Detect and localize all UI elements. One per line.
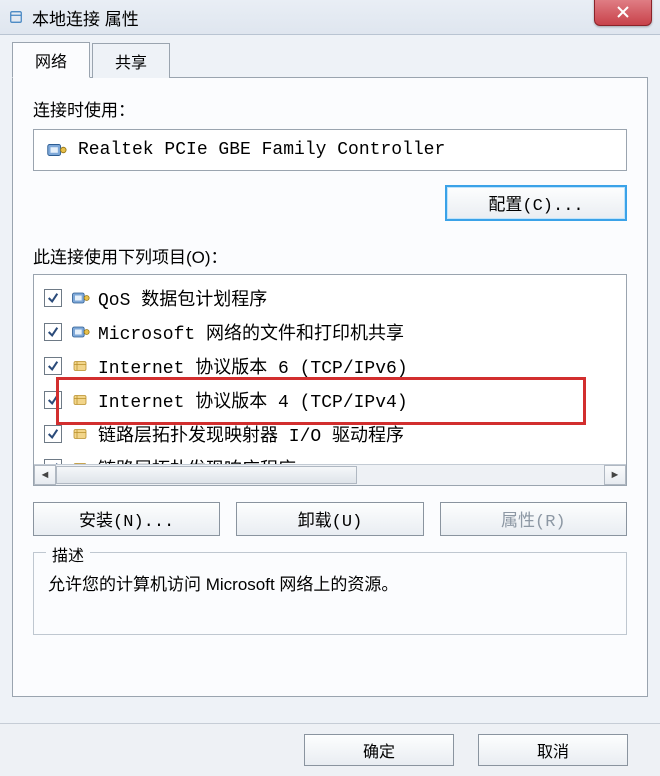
dialog-body: 网络 共享 连接时使用： Realtek PCIe GBE Family Con… xyxy=(0,35,660,709)
titlebar: 本地连接 属性 xyxy=(0,0,660,35)
checkbox[interactable] xyxy=(44,289,62,307)
protocol-icon xyxy=(70,356,90,376)
protocol-icon xyxy=(70,424,90,444)
window-title: 本地连接 属性 xyxy=(32,5,139,30)
description-legend: 描述 xyxy=(46,542,90,566)
list-item-label: 链路层拓扑发现映射器 I/O 驱动程序 xyxy=(98,421,404,447)
items-listbox[interactable]: QoS 数据包计划程序 Microsoft 网络的文件和打印机共享 Internet… xyxy=(33,274,627,486)
list-item[interactable]: Microsoft 网络的文件和打印机共享 xyxy=(40,315,620,349)
nic-icon xyxy=(70,322,90,342)
connect-using-label: 连接时使用： xyxy=(33,96,627,121)
scroll-left-arrow[interactable]: ◄ xyxy=(34,465,56,485)
nic-icon xyxy=(70,288,90,308)
tab-strip: 网络 共享 xyxy=(12,45,648,77)
tab-share[interactable]: 共享 xyxy=(92,43,170,78)
list-item-label: QoS 数据包计划程序 xyxy=(98,285,267,311)
scroll-track[interactable] xyxy=(56,466,604,484)
window-icon xyxy=(8,9,24,25)
cancel-button[interactable]: 取消 xyxy=(478,734,628,766)
description-group: 描述 允许您的计算机访问 Microsoft 网络上的资源。 xyxy=(33,552,627,635)
uninstall-button[interactable]: 卸载(U) xyxy=(236,502,423,536)
close-button[interactable] xyxy=(594,0,652,26)
checkbox[interactable] xyxy=(44,323,62,341)
checkbox[interactable] xyxy=(44,391,62,409)
list-item[interactable]: Internet 协议版本 6 (TCP/IPv6) xyxy=(40,349,620,383)
configure-button[interactable]: 配置(C)... xyxy=(445,185,627,221)
adapter-name: Realtek PCIe GBE Family Controller xyxy=(78,140,445,160)
list-item-label: Microsoft 网络的文件和打印机共享 xyxy=(98,319,404,345)
scroll-right-arrow[interactable]: ► xyxy=(604,465,626,485)
properties-button[interactable]: 属性(R) xyxy=(440,502,627,536)
horizontal-scrollbar[interactable]: ◄ ► xyxy=(34,464,626,485)
scroll-thumb[interactable] xyxy=(56,466,357,484)
checkbox[interactable] xyxy=(44,425,62,443)
dialog-footer: 确定 取消 xyxy=(0,723,660,776)
list-item-label: Internet 协议版本 4 (TCP/IPv4) xyxy=(98,387,408,413)
tab-panel: 连接时使用： Realtek PCIe GBE Family Controlle… xyxy=(12,77,648,697)
nic-icon xyxy=(44,138,68,162)
adapter-box[interactable]: Realtek PCIe GBE Family Controller xyxy=(33,129,627,171)
list-item[interactable]: Internet 协议版本 4 (TCP/IPv4) xyxy=(40,383,620,417)
items-label: 此连接使用下列项目(O)： xyxy=(33,243,627,268)
protocol-icon xyxy=(70,390,90,410)
tab-network[interactable]: 网络 xyxy=(12,42,90,78)
list-item[interactable]: 链路层拓扑发现映射器 I/O 驱动程序 xyxy=(40,417,620,451)
install-button[interactable]: 安装(N)... xyxy=(33,502,220,536)
list-item[interactable]: QoS 数据包计划程序 xyxy=(40,281,620,315)
ok-button[interactable]: 确定 xyxy=(304,734,454,766)
properties-dialog: 本地连接 属性 网络 共享 连接时使用： Realtek PCIe GBE Fa… xyxy=(0,0,660,776)
description-text: 允许您的计算机访问 Microsoft 网络上的资源。 xyxy=(48,571,612,600)
checkbox[interactable] xyxy=(44,357,62,375)
item-buttons: 安装(N)... 卸载(U) 属性(R) xyxy=(33,502,627,536)
list-item-label: Internet 协议版本 6 (TCP/IPv6) xyxy=(98,353,408,379)
